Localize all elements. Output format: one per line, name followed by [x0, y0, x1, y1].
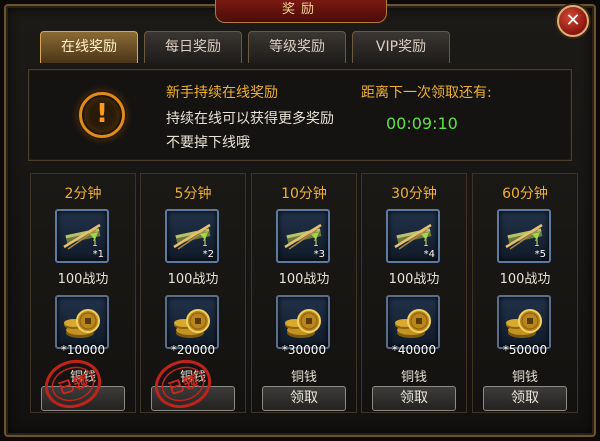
- reward-card: 60分钟 1 *5 100战功 *50000 铜钱 领取: [472, 173, 578, 413]
- countdown-label: 距离下一次领取还有:: [361, 85, 492, 101]
- reward-card: 5分钟 1 *2 100战功 *20000 铜钱 已领: [140, 173, 246, 413]
- info-reminder: 不要掉下线哦: [166, 135, 250, 151]
- info-description: 持续在线可以获得更多奖励: [166, 111, 334, 127]
- coin-amount: *40000: [391, 343, 437, 357]
- scroll-icon: 1: [172, 220, 212, 252]
- copper-coin-item[interactable]: [386, 295, 440, 349]
- coin-icon: [62, 305, 102, 341]
- item-count: *1: [92, 249, 104, 260]
- tab-daily-reward[interactable]: 每日奖励: [144, 31, 242, 63]
- copper-coin-item[interactable]: [55, 295, 109, 349]
- coin-label: 铜钱: [400, 370, 427, 385]
- coin-amount: *50000: [502, 343, 548, 357]
- reward-time: 5分钟: [174, 186, 212, 202]
- svg-text:1: 1: [202, 239, 208, 249]
- claim-button[interactable]: 领取: [372, 386, 456, 411]
- item-label: 100战功: [167, 272, 219, 287]
- coin-icon: [393, 305, 433, 341]
- item-count: *2: [202, 249, 214, 260]
- reward-time: 10分钟: [281, 186, 327, 202]
- claimed-stamp-text: 已领: [166, 372, 200, 398]
- svg-text:1: 1: [92, 239, 98, 249]
- scroll-icon: 1: [62, 220, 102, 252]
- scroll-icon: 1: [283, 220, 323, 252]
- tab-vip-reward[interactable]: VIP奖励: [352, 31, 450, 63]
- item-label: 100战功: [499, 272, 551, 287]
- reward-card: 10分钟 1 *3 100战功 *30000 铜钱 领取: [251, 173, 357, 413]
- countdown-timer: 00:09:10: [386, 114, 458, 133]
- coin-label: 铜钱: [511, 370, 538, 385]
- copper-coin-item[interactable]: [276, 295, 330, 349]
- reward-time: 30分钟: [391, 186, 437, 202]
- coin-icon: [172, 305, 212, 341]
- window-title: 奖励: [215, 0, 387, 23]
- coin-icon: [283, 305, 323, 341]
- svg-text:1: 1: [313, 239, 319, 249]
- item-count: *4: [423, 249, 435, 260]
- battle-merit-item[interactable]: 1 *1: [55, 209, 109, 263]
- battle-merit-item[interactable]: 1 *5: [497, 209, 551, 263]
- battle-merit-item[interactable]: 1 *3: [276, 209, 330, 263]
- reward-time: 2分钟: [64, 186, 102, 202]
- claimed-stamp-text: 已领: [56, 372, 90, 398]
- exclamation-icon: !: [79, 92, 125, 138]
- reward-card: 30分钟 1 *4 100战功 *40000 铜钱 领取: [361, 173, 467, 413]
- coin-label: 铜钱: [290, 370, 317, 385]
- item-count: *5: [534, 249, 546, 260]
- reward-card: 2分钟 1 *1 100战功 *10000 铜钱 已领: [30, 173, 136, 413]
- claim-button[interactable]: 领取: [262, 386, 346, 411]
- coin-icon: [504, 305, 544, 341]
- claim-button[interactable]: 领取: [483, 386, 567, 411]
- tab-level-reward[interactable]: 等级奖励: [248, 31, 346, 63]
- copper-coin-item[interactable]: [165, 295, 219, 349]
- copper-coin-item[interactable]: [497, 295, 551, 349]
- item-label: 100战功: [278, 272, 330, 287]
- tab-online-reward[interactable]: 在线奖励: [40, 31, 138, 63]
- svg-text:1: 1: [423, 239, 429, 249]
- item-label: 100战功: [388, 272, 440, 287]
- scroll-icon: 1: [393, 220, 433, 252]
- item-label: 100战功: [57, 272, 109, 287]
- scroll-icon: 1: [504, 220, 544, 252]
- svg-text:1: 1: [534, 239, 540, 249]
- item-count: *3: [313, 249, 325, 260]
- battle-merit-item[interactable]: 1 *2: [165, 209, 219, 263]
- coin-amount: *30000: [281, 343, 327, 357]
- close-button[interactable]: ✕: [557, 5, 589, 37]
- reward-time: 60分钟: [502, 186, 548, 202]
- info-title: 新手持续在线奖励: [166, 85, 278, 101]
- battle-merit-item[interactable]: 1 *4: [386, 209, 440, 263]
